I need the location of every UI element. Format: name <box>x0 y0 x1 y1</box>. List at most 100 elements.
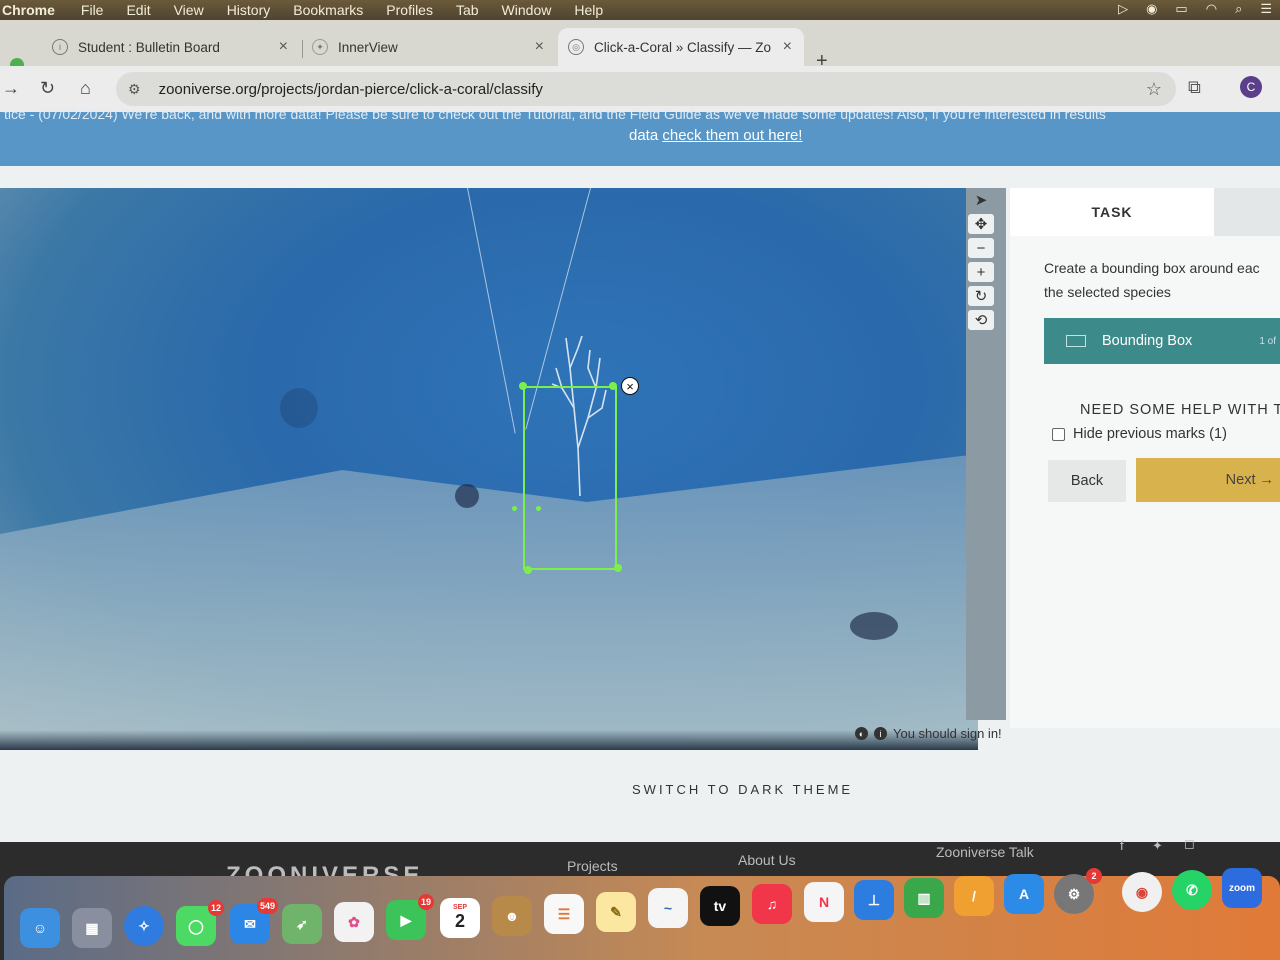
forward-icon[interactable]: → <box>2 78 20 99</box>
reload-icon[interactable]: ↻ <box>40 78 55 99</box>
tab-task[interactable]: TASK <box>1010 188 1214 236</box>
facebook-icon[interactable]: f <box>1120 838 1124 853</box>
pages-icon[interactable]: / <box>954 876 994 916</box>
battery-icon[interactable]: ▭ <box>1175 1 1187 17</box>
bounding-box-mark[interactable] <box>523 386 617 570</box>
tab-title: Student : Bulletin Board <box>78 39 220 55</box>
dock: ☺ ▦ ✧ ◯ 12 ✉ 549 ➶ ✿ ▶ 19 SEP 2 ☻ ☰ ✎ ~ tv … <box>4 868 1280 960</box>
move-icon[interactable]: ✥ <box>968 214 994 234</box>
tab-innerview[interactable]: ✦ InnerView × <box>302 28 556 66</box>
close-icon[interactable]: × <box>535 38 544 56</box>
home-icon[interactable]: ⌂ <box>80 78 91 99</box>
address-bar[interactable]: ⚙ zooniverse.org/projects/jordan-pierce/… <box>116 72 1176 106</box>
resize-handle[interactable] <box>519 382 527 390</box>
calendar-icon[interactable]: SEP 2 <box>440 898 480 938</box>
wifi-icon[interactable]: ◠ <box>1206 1 1217 17</box>
tab-click-a-coral[interactable]: ◎ Click-a-Coral » Classify — Zo × <box>558 28 804 66</box>
rectangle-icon <box>1066 335 1086 347</box>
photos-icon[interactable]: ✿ <box>334 902 374 942</box>
resize-handle[interactable] <box>524 566 532 574</box>
tab-bulletin-board[interactable]: i Student : Bulletin Board × <box>42 28 300 66</box>
back-button[interactable]: Back <box>1048 460 1126 502</box>
menu-bookmarks[interactable]: Bookmarks <box>293 2 363 18</box>
menu-file[interactable]: File <box>81 2 104 18</box>
zoom-icon[interactable]: zoom <box>1222 868 1262 908</box>
mail-icon[interactable]: ✉ 549 <box>230 898 278 944</box>
finder-icon[interactable]: ☺ <box>20 908 60 948</box>
checkbox[interactable] <box>1052 427 1065 441</box>
contacts-icon[interactable]: ☻ <box>492 896 532 936</box>
safari-icon[interactable]: ✧ <box>124 906 164 946</box>
site-settings-icon[interactable]: ⚙ <box>128 81 141 98</box>
messages-badge: 12 <box>207 900 224 916</box>
hide-previous-marks[interactable]: Hide previous marks (1) <box>1052 426 1227 442</box>
menu-window[interactable]: Window <box>502 2 552 18</box>
launchpad-icon[interactable]: ▦ <box>72 908 112 948</box>
close-icon[interactable]: × <box>783 38 792 56</box>
menu-view[interactable]: View <box>174 2 204 18</box>
image-toolbar: ➤ ✥ − + ↻ ⟲ <box>966 188 1006 720</box>
delete-mark-icon[interactable]: × <box>621 377 639 395</box>
mail-badge: 549 <box>256 898 278 914</box>
tab-tutorial[interactable] <box>1214 188 1280 236</box>
subject-image[interactable]: × <box>0 188 978 750</box>
app-store-icon[interactable]: A <box>1004 874 1044 914</box>
whatsapp-icon[interactable]: ✆ <box>1172 870 1212 910</box>
news-icon[interactable]: N <box>804 882 844 922</box>
dark-theme-toggle[interactable]: SWITCH TO DARK THEME <box>632 782 853 797</box>
resize-handle[interactable] <box>614 564 622 572</box>
tv-icon[interactable]: tv <box>700 886 740 926</box>
mark-count: 1 of <box>1259 335 1276 347</box>
music-icon[interactable]: ♫ <box>752 884 792 924</box>
next-button[interactable]: Next → <box>1136 458 1280 502</box>
calendar-month: SEP <box>452 904 467 911</box>
resize-handle[interactable] <box>609 382 617 390</box>
extensions-icon[interactable]: ⧉ <box>1188 77 1201 98</box>
settings-icon[interactable]: ⚙ 2 <box>1054 868 1102 914</box>
numbers-icon[interactable]: ▥ <box>904 878 944 918</box>
rock <box>280 388 318 428</box>
contrast-icon[interactable]: ◐ <box>855 727 868 740</box>
user-icon[interactable]: ◉ <box>1146 1 1157 17</box>
footer-link-talk[interactable]: Zooniverse Talk <box>936 844 1034 860</box>
banner-line: data check them out here! <box>629 127 802 144</box>
menu-edit[interactable]: Edit <box>126 2 150 18</box>
maps-icon[interactable]: ➶ <box>282 904 322 944</box>
reset-icon[interactable]: ⟲ <box>968 310 994 330</box>
bounding-box-tool[interactable]: Bounding Box 1 of <box>1044 318 1280 364</box>
facetime-icon[interactable]: ▶ 19 <box>386 894 434 940</box>
laser-dot <box>536 506 541 511</box>
chrome-icon[interactable]: ◉ <box>1122 872 1162 912</box>
innerview-icon: ✦ <box>312 39 328 55</box>
footer-link-about[interactable]: About Us <box>738 852 796 868</box>
calendar-day: 2 <box>454 911 465 931</box>
play-icon[interactable]: ▷ <box>1118 1 1128 17</box>
close-icon[interactable]: × <box>279 38 288 56</box>
task-panel: TASK Create a bounding box around eac th… <box>1010 188 1280 728</box>
zoom-out-icon[interactable]: − <box>968 238 994 258</box>
menu-profiles[interactable]: Profiles <box>386 2 433 18</box>
keynote-icon[interactable]: ⊥ <box>854 880 894 920</box>
bookmark-star-icon[interactable]: ☆ <box>1146 79 1162 100</box>
sign-in-text: You should sign in! <box>893 726 1002 741</box>
search-icon[interactable]: ⌕ <box>1235 1 1242 17</box>
info-icon[interactable]: i <box>874 727 887 740</box>
menu-app-name[interactable]: Chrome <box>2 2 55 18</box>
freeform-icon[interactable]: ~ <box>648 888 688 928</box>
menu-tab[interactable]: Tab <box>456 2 479 18</box>
profile-avatar[interactable]: C <box>1240 76 1262 98</box>
reminders-icon[interactable]: ☰ <box>544 894 584 934</box>
notes-icon[interactable]: ✎ <box>596 892 636 932</box>
zoom-in-icon[interactable]: + <box>968 262 994 282</box>
messages-icon[interactable]: ◯ 12 <box>176 900 224 946</box>
menu-history[interactable]: History <box>227 2 271 18</box>
pointer-icon[interactable]: ➤ <box>968 190 994 210</box>
need-help-link[interactable]: NEED SOME HELP WITH T <box>1080 402 1280 418</box>
instagram-icon[interactable]: ◻ <box>1184 836 1195 852</box>
results-link[interactable]: check them out here! <box>662 127 802 144</box>
footer-link-projects[interactable]: Projects <box>567 858 618 874</box>
rotate-icon[interactable]: ↻ <box>968 286 994 306</box>
twitter-icon[interactable]: ✦ <box>1152 838 1163 854</box>
control-center-icon[interactable]: ☰ <box>1260 1 1272 17</box>
menu-help[interactable]: Help <box>574 2 603 18</box>
